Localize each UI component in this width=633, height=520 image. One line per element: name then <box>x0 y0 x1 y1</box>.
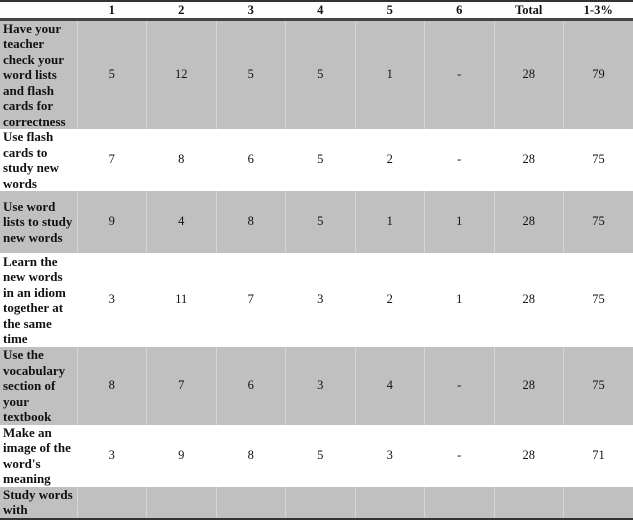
cell-col-1: 3 <box>77 425 147 487</box>
cell-total: 28 <box>494 253 564 347</box>
cell-col-1: 8 <box>77 347 147 425</box>
cell-col-2 <box>147 487 217 519</box>
cell-total: 28 <box>494 425 564 487</box>
cell-percent: 71 <box>564 425 633 487</box>
cell-total: 28 <box>494 347 564 425</box>
cell-col-6: 1 <box>425 253 495 347</box>
header-col-3: 3 <box>216 1 286 19</box>
row-label: Study words with <box>0 487 77 519</box>
cell-col-2: 9 <box>147 425 217 487</box>
table-row: Learn the new words in an idiom together… <box>0 253 633 347</box>
cell-col-5: 1 <box>355 19 425 129</box>
cell-col-1: 7 <box>77 129 147 191</box>
row-label: Use flash cards to study new words <box>0 129 77 191</box>
cell-col-5: 3 <box>355 425 425 487</box>
cell-col-3 <box>216 487 286 519</box>
cell-col-2: 8 <box>147 129 217 191</box>
cell-col-1: 3 <box>77 253 147 347</box>
cell-percent: 75 <box>564 347 633 425</box>
cell-col-5: 4 <box>355 347 425 425</box>
cell-col-4 <box>286 487 356 519</box>
cell-col-6: 1 <box>425 191 495 253</box>
cell-col-4: 5 <box>286 19 356 129</box>
table-row: Study words with <box>0 487 633 519</box>
row-label: Use the vocabulary section of your textb… <box>0 347 77 425</box>
header-col-1: 1 <box>77 1 147 19</box>
cell-percent: 75 <box>564 253 633 347</box>
cell-percent <box>564 487 633 519</box>
cell-col-3: 8 <box>216 425 286 487</box>
cell-total <box>494 487 564 519</box>
header-col-total: Total <box>494 1 564 19</box>
cell-col-4: 5 <box>286 191 356 253</box>
cell-col-3: 6 <box>216 129 286 191</box>
cell-col-5: 2 <box>355 129 425 191</box>
header-col-2: 2 <box>147 1 217 19</box>
header-corner <box>0 1 77 19</box>
cell-col-5 <box>355 487 425 519</box>
table-row: Use word lists to study new words 9 4 8 … <box>0 191 633 253</box>
cell-col-1: 9 <box>77 191 147 253</box>
cell-col-2: 11 <box>147 253 217 347</box>
cell-col-3: 8 <box>216 191 286 253</box>
header-col-4: 4 <box>286 1 356 19</box>
cell-percent: 75 <box>564 129 633 191</box>
cell-total: 28 <box>494 19 564 129</box>
cell-col-2: 4 <box>147 191 217 253</box>
cell-col-6: - <box>425 19 495 129</box>
table-row: Have your teacher check your word lists … <box>0 19 633 129</box>
row-label: Learn the new words in an idiom together… <box>0 253 77 347</box>
cell-col-6: - <box>425 129 495 191</box>
cell-col-5: 1 <box>355 191 425 253</box>
row-label: Use word lists to study new words <box>0 191 77 253</box>
row-label: Make an image of the word's meaning <box>0 425 77 487</box>
cell-col-6: - <box>425 347 495 425</box>
table-row: Make an image of the word's meaning 3 9 … <box>0 425 633 487</box>
cell-col-2: 12 <box>147 19 217 129</box>
cell-total: 28 <box>494 129 564 191</box>
cell-total: 28 <box>494 191 564 253</box>
cell-percent: 79 <box>564 19 633 129</box>
cell-col-6 <box>425 487 495 519</box>
cell-col-3: 6 <box>216 347 286 425</box>
cell-col-4: 3 <box>286 347 356 425</box>
cell-col-4: 3 <box>286 253 356 347</box>
cell-col-3: 5 <box>216 19 286 129</box>
cell-col-4: 5 <box>286 129 356 191</box>
cell-col-2: 7 <box>147 347 217 425</box>
cell-col-3: 7 <box>216 253 286 347</box>
header-col-percent: 1-3% <box>564 1 633 19</box>
cell-percent: 75 <box>564 191 633 253</box>
cell-col-6: - <box>425 425 495 487</box>
cell-col-1: 5 <box>77 19 147 129</box>
row-label: Have your teacher check your word lists … <box>0 19 77 129</box>
header-row: 1 2 3 4 5 6 Total 1-3% <box>0 1 633 19</box>
strategy-frequency-table: 1 2 3 4 5 6 Total 1-3% Have your teacher… <box>0 0 633 520</box>
cell-col-5: 2 <box>355 253 425 347</box>
cell-col-4: 5 <box>286 425 356 487</box>
header-col-5: 5 <box>355 1 425 19</box>
header-col-6: 6 <box>425 1 495 19</box>
table-row: Use flash cards to study new words 7 8 6… <box>0 129 633 191</box>
cell-col-1 <box>77 487 147 519</box>
table-row: Use the vocabulary section of your textb… <box>0 347 633 425</box>
